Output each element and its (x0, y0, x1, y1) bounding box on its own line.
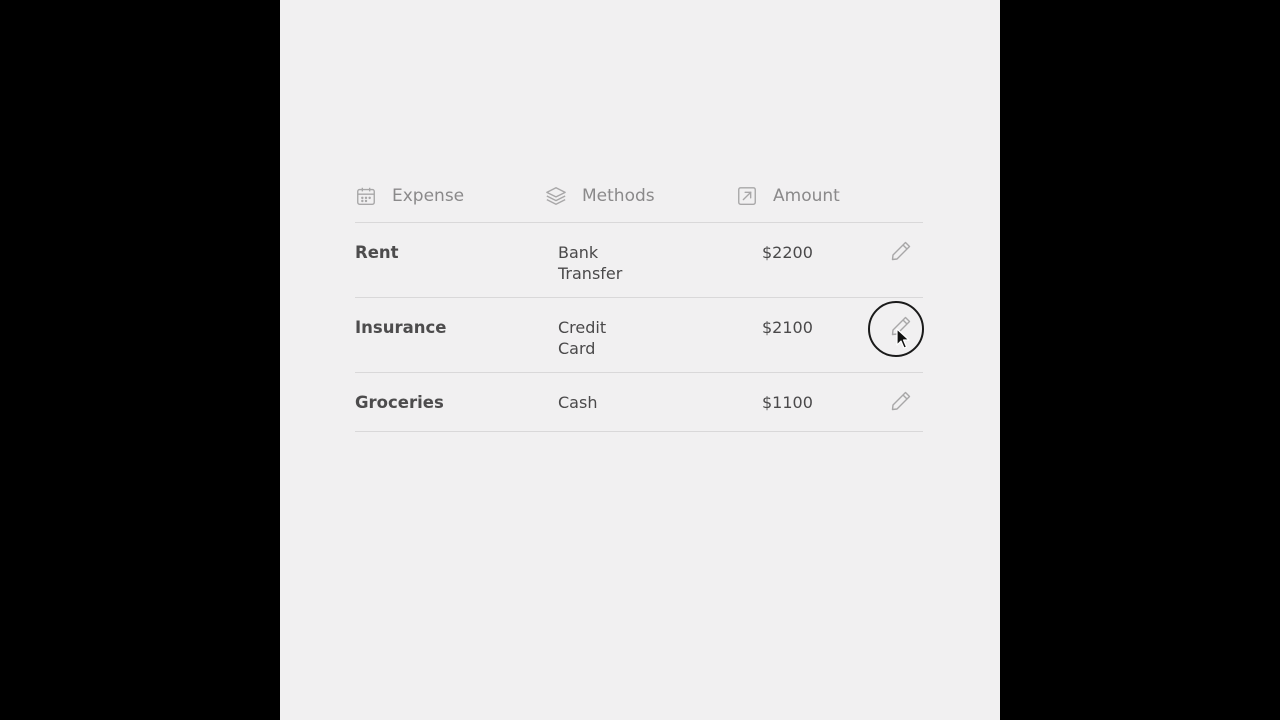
pencil-icon (889, 239, 913, 267)
column-header-label: Amount (773, 186, 840, 206)
arrow-up-right-box-icon (736, 185, 758, 207)
column-header-methods[interactable]: Methods (545, 178, 655, 214)
calendar-icon (355, 185, 377, 207)
table-header: Expense Methods Amount (355, 178, 923, 223)
content-panel: Expense Methods Amount Rent Bank Transfe… (280, 0, 1000, 720)
screen: Expense Methods Amount Rent Bank Transfe… (0, 0, 1280, 720)
table-row: Rent Bank Transfer $2200 (355, 223, 923, 298)
expense-name: Insurance (355, 318, 447, 337)
payment-method-line: Transfer (558, 264, 623, 283)
expense-amount: $1100 (762, 393, 813, 412)
column-header-label: Expense (392, 186, 465, 206)
expense-name: Rent (355, 243, 399, 262)
edit-button[interactable] (887, 314, 915, 342)
pencil-icon (889, 314, 913, 342)
edit-button[interactable] (887, 389, 915, 417)
column-header-amount[interactable]: Amount (736, 178, 840, 214)
payment-method-line: Card (558, 339, 596, 358)
column-header-expense[interactable]: Expense (355, 178, 464, 214)
expense-amount: $2200 (762, 243, 813, 262)
payment-method: Bank Transfer (558, 242, 648, 284)
column-header-label: Methods (582, 186, 655, 206)
pencil-icon (889, 389, 913, 417)
payment-method: Credit Card (558, 317, 648, 359)
expense-name: Groceries (355, 393, 444, 412)
payment-method-line: Cash (558, 393, 598, 412)
expense-amount: $2100 (762, 318, 813, 337)
payment-method-line: Bank (558, 243, 599, 262)
payment-method-line: Credit (558, 318, 607, 337)
edit-button[interactable] (887, 239, 915, 267)
layers-icon (545, 185, 567, 207)
table-row: Groceries Cash $1100 (355, 373, 923, 432)
expense-table: Expense Methods Amount Rent Bank Transfe… (355, 178, 923, 432)
table-row: Insurance Credit Card $2100 (355, 298, 923, 373)
payment-method: Cash (558, 392, 648, 413)
